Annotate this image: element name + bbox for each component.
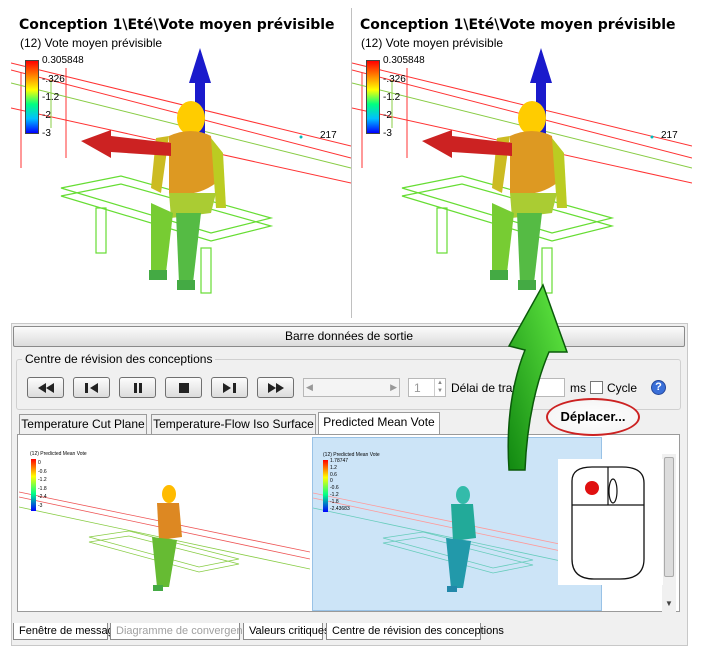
probe-value: 217 (320, 130, 337, 141)
legend-tick: -3 (383, 128, 392, 139)
step-back-button[interactable] (73, 377, 110, 398)
thumbnail-render (19, 485, 310, 591)
bottom-tab-critical-values[interactable]: Valeurs critiques (243, 623, 330, 640)
legend-tick: 1.78747 (330, 458, 349, 464)
viewport-title: Conception 1\Eté\Vote moyen prévisible (360, 17, 676, 33)
legend-tick: -2.43683 (330, 505, 350, 512)
spinner-arrows-icon[interactable]: ▲ ▼ (434, 379, 445, 396)
thumbnail-legend-bar (31, 459, 36, 511)
legend-tick: -1.2 (42, 92, 60, 103)
legend-tick: -1.2 (330, 491, 339, 498)
pause-icon (133, 382, 142, 393)
legend-tick: -2.4 (38, 494, 47, 501)
legend-tick: -0.6 (38, 468, 47, 475)
step-forward-icon (222, 382, 236, 393)
viewport-left[interactable]: Conception 1\Eté\Vote moyen prévisible (… (11, 8, 351, 318)
help-icon[interactable]: ? (651, 380, 666, 395)
thumbnail-legend-ticks: 1.78747 1.2 0.6 0 -0.6 -1.2 -1.8 -2.4368… (330, 458, 350, 512)
bottom-tab-convergence-diagram[interactable]: Diagramme de convergence (110, 623, 254, 640)
legend-tick: -1.8 (38, 485, 47, 492)
legend-tick: -3 (38, 502, 43, 509)
bottom-tab-review-center[interactable]: Centre de révision des conceptions (326, 623, 504, 640)
legend-tick: -.326 (42, 74, 65, 85)
viewport-subtitle: (12) Vote moyen prévisible (20, 36, 163, 50)
fast-forward-icon (267, 382, 284, 393)
drag-arrow-icon (507, 283, 569, 471)
viewport-right[interactable]: Conception 1\Eté\Vote moyen prévisible (… (352, 8, 692, 318)
slider-right-icon[interactable]: ▶ (390, 382, 397, 393)
viewport-title: Conception 1\Eté\Vote moyen prévisible (19, 17, 335, 33)
thumbnail-1[interactable]: (12) Predicted Mean Vote 0 -0.6 -1.2 -1.… (19, 437, 310, 611)
cycle-label: Cycle (607, 381, 638, 395)
color-legend-bar (25, 60, 39, 134)
legend-tick: -0.6 (330, 485, 339, 492)
stop-icon (178, 382, 189, 393)
viewport-subtitle: (12) Vote moyen prévisible (361, 36, 504, 50)
mouse-icon (571, 466, 645, 580)
legend-tick: 0.305848 (42, 55, 84, 66)
legend-tick: -.326 (383, 74, 406, 85)
scroll-down-icon[interactable]: ▼ (665, 599, 673, 608)
legend-tick: -1.8 (330, 498, 339, 505)
legend-tick: -3 (42, 128, 51, 139)
legend-tick: 0 (38, 460, 41, 466)
legend-tick: 0.305848 (383, 55, 425, 66)
rewind-icon (37, 382, 54, 393)
tab-temperature-flow-iso-surface[interactable]: Temperature-Flow Iso Surface (151, 414, 316, 434)
thumbnail-title: (12) Predicted Mean Vote (30, 451, 87, 457)
review-center-label: Centre de révision des conceptions (22, 352, 216, 366)
bottom-tab-message-window[interactable]: Fenêtre de message (13, 623, 120, 640)
tab-predicted-mean-vote[interactable]: Predicted Mean Vote (318, 412, 440, 434)
slider-left-icon[interactable]: ◀ (306, 382, 313, 393)
pause-button[interactable] (119, 377, 156, 398)
thumbnail-scrollbar[interactable]: ▼ (662, 454, 676, 612)
probe-value: 217 (661, 130, 678, 141)
stop-button[interactable] (165, 377, 202, 398)
legend-tick: 0 (330, 478, 333, 485)
move-callout: Déplacer... (546, 398, 640, 436)
frame-slider[interactable]: ◀ ▶ (303, 378, 400, 397)
legend-tick: -2 (383, 110, 392, 121)
legend-tick: -2 (42, 110, 51, 121)
legend-tick: 1.2 (330, 464, 337, 471)
scrollbar-thumb[interactable] (664, 457, 674, 577)
thumbnail-legend-ticks: 0 -0.6 -1.2 -1.8 -2.4 -3 (38, 459, 47, 511)
mouse-illustration (558, 459, 663, 585)
thumbnail-legend-bar (323, 460, 328, 512)
frame-spinner[interactable]: 1 ▲ ▼ (408, 378, 446, 397)
tab-temperature-cut-plane[interactable]: Temperature Cut Plane (19, 414, 147, 434)
fast-forward-button[interactable] (257, 377, 294, 398)
step-forward-button[interactable] (211, 377, 248, 398)
step-back-icon (84, 382, 98, 393)
rewind-button[interactable] (27, 377, 64, 398)
legend-tick: -1.2 (38, 477, 47, 484)
legend-tick: -1.2 (383, 92, 401, 103)
color-legend-bar (366, 60, 380, 134)
legend-tick: 0.6 (330, 471, 337, 478)
cycle-checkbox[interactable] (590, 381, 603, 394)
frame-value: 1 (414, 381, 421, 395)
